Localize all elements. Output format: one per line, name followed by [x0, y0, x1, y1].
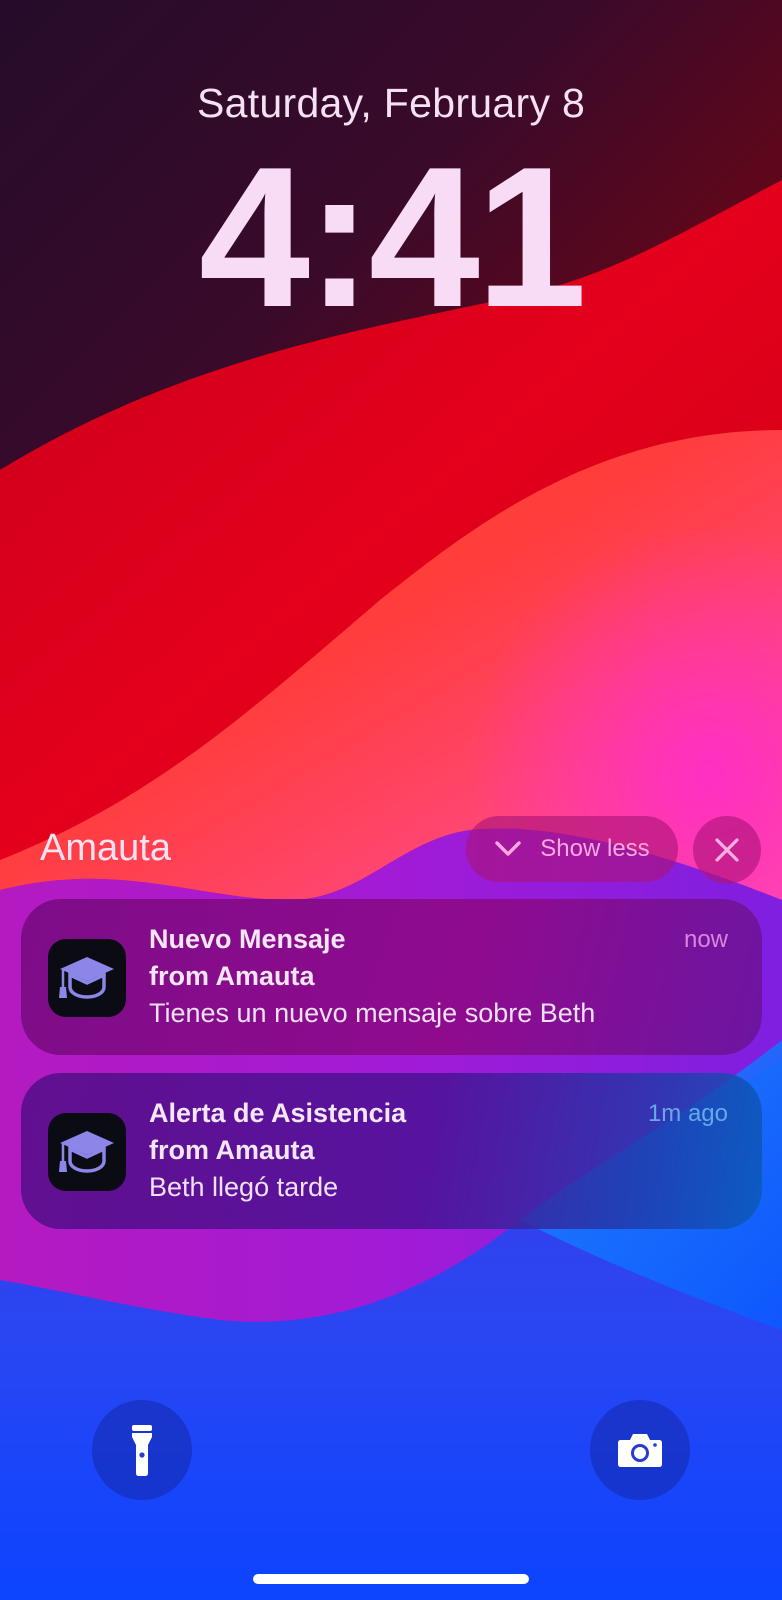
- clear-notifications-button[interactable]: [693, 816, 761, 884]
- close-icon: [715, 838, 739, 862]
- notification-body: Beth llegó tarde: [149, 1172, 339, 1202]
- notification-timestamp: now: [683, 926, 728, 953]
- camera-icon: [618, 1434, 662, 1467]
- notification-card[interactable]: Nuevo Mensaje from Amauta Tienes un nuev…: [21, 899, 762, 1055]
- home-indicator[interactable]: [253, 1574, 529, 1584]
- graduation-cap-icon: [59, 957, 114, 999]
- notification-group-title: Amauta: [40, 827, 171, 869]
- notification-title-text: Alerta de Asistencia: [149, 1098, 407, 1128]
- camera-button[interactable]: [590, 1400, 690, 1500]
- lockscreen-clock: 4:41: [198, 126, 587, 349]
- amauta-app-icon: [48, 1113, 126, 1191]
- notification-title-text: Nuevo Mensaje: [149, 924, 346, 954]
- notification-body: Tienes un nuevo mensaje sobre Beth: [149, 998, 596, 1028]
- notification-source: from Amauta: [149, 1135, 315, 1165]
- notification-source: from Amauta: [149, 961, 315, 991]
- lock-screen: Saturday, February 8 4:41 Amauta Show le…: [0, 0, 782, 1600]
- notification-card[interactable]: Alerta de Asistencia from Amauta Beth ll…: [21, 1073, 762, 1229]
- flashlight-icon: [132, 1425, 152, 1476]
- show-less-button[interactable]: Show less: [466, 816, 678, 882]
- notification-title: Alerta de Asistencia from Amauta: [149, 1095, 609, 1169]
- flashlight-button[interactable]: [92, 1400, 192, 1500]
- amauta-app-icon: [48, 939, 126, 1017]
- show-less-label: Show less: [540, 835, 650, 862]
- notification-timestamp: 1m ago: [647, 1100, 728, 1127]
- notification-title: Nuevo Mensaje from Amauta: [149, 921, 609, 995]
- lockscreen-date: Saturday, February 8: [196, 80, 586, 126]
- chevron-down-icon: [495, 841, 521, 856]
- graduation-cap-icon: [59, 1131, 114, 1173]
